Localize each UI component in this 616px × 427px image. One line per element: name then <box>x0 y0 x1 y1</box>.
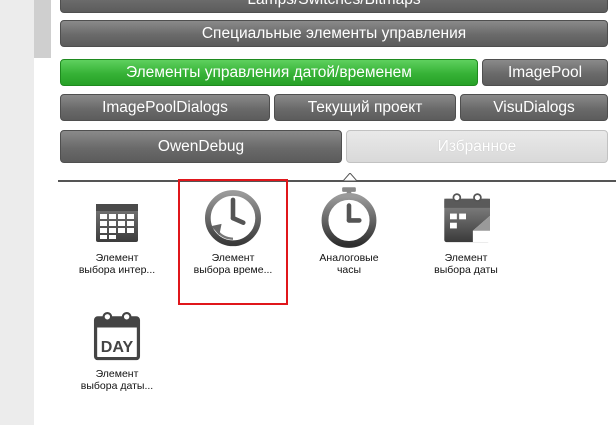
tab-label: ImagePool <box>507 63 583 81</box>
tab-label: VisuDialogs <box>493 98 575 116</box>
tab-label: OwenDebug <box>157 137 245 155</box>
tab-pointer-notch <box>343 173 357 181</box>
tab-label: Элементы управления датой/временем <box>126 63 412 81</box>
tab-imagepool[interactable]: ImagePool <box>482 59 608 86</box>
tab-special-controls[interactable]: Специальные элементы управления <box>60 20 608 47</box>
tab-label: Текущий проект <box>307 98 423 116</box>
day-text: DAY <box>101 338 134 356</box>
tab-visudialogs[interactable]: VisuDialogs <box>460 94 608 121</box>
tab-label: Lamps/Switches/Bitmaps <box>247 0 420 9</box>
tab-label: Избранное <box>437 137 517 155</box>
tool-label-line2: выбора даты <box>434 264 498 276</box>
tool-label-line2: часы <box>336 264 362 276</box>
tab-date-time-controls[interactable]: Элементы управления датой/временем <box>60 59 478 86</box>
tool-interval-picker[interactable]: Элемент выбора интер... <box>67 193 167 276</box>
left-scrollbar[interactable] <box>34 0 51 58</box>
tab-imagepool-dialogs[interactable]: ImagePoolDialogs <box>60 94 270 121</box>
tab-label: Специальные элементы управления <box>201 24 467 42</box>
tool-label-line1: Элемент <box>95 252 139 264</box>
calendar-date-icon <box>444 193 490 243</box>
tab-owendebug[interactable]: OwenDebug <box>60 130 342 163</box>
tool-label-line1: Элемент <box>444 252 488 264</box>
tool-analog-clock[interactable]: Аналоговые часы <box>299 185 399 276</box>
analog-clock-icon <box>321 187 377 248</box>
calendar-grid-icon <box>96 204 138 242</box>
tab-lamps-switches-bitmaps[interactable]: Lamps/Switches/Bitmaps <box>60 0 608 13</box>
tool-label-line2: выбора интер... <box>78 264 156 276</box>
tab-favorites[interactable]: Избранное <box>346 130 608 163</box>
tool-label-line1: Элемент <box>95 368 139 380</box>
left-pane <box>0 0 34 425</box>
tool-label-line1: Аналоговые <box>319 252 379 264</box>
tool-date-picker-day[interactable]: DAY Элемент выбора даты... <box>67 305 167 392</box>
day-calendar-icon: DAY <box>93 311 141 361</box>
selection-highlight <box>178 179 288 305</box>
tool-date-picker[interactable]: Элемент выбора даты <box>416 185 516 276</box>
tab-label: ImagePoolDialogs <box>102 98 228 116</box>
tool-label-line2: выбора даты... <box>80 380 154 392</box>
tab-current-project[interactable]: Текущий проект <box>274 94 456 121</box>
